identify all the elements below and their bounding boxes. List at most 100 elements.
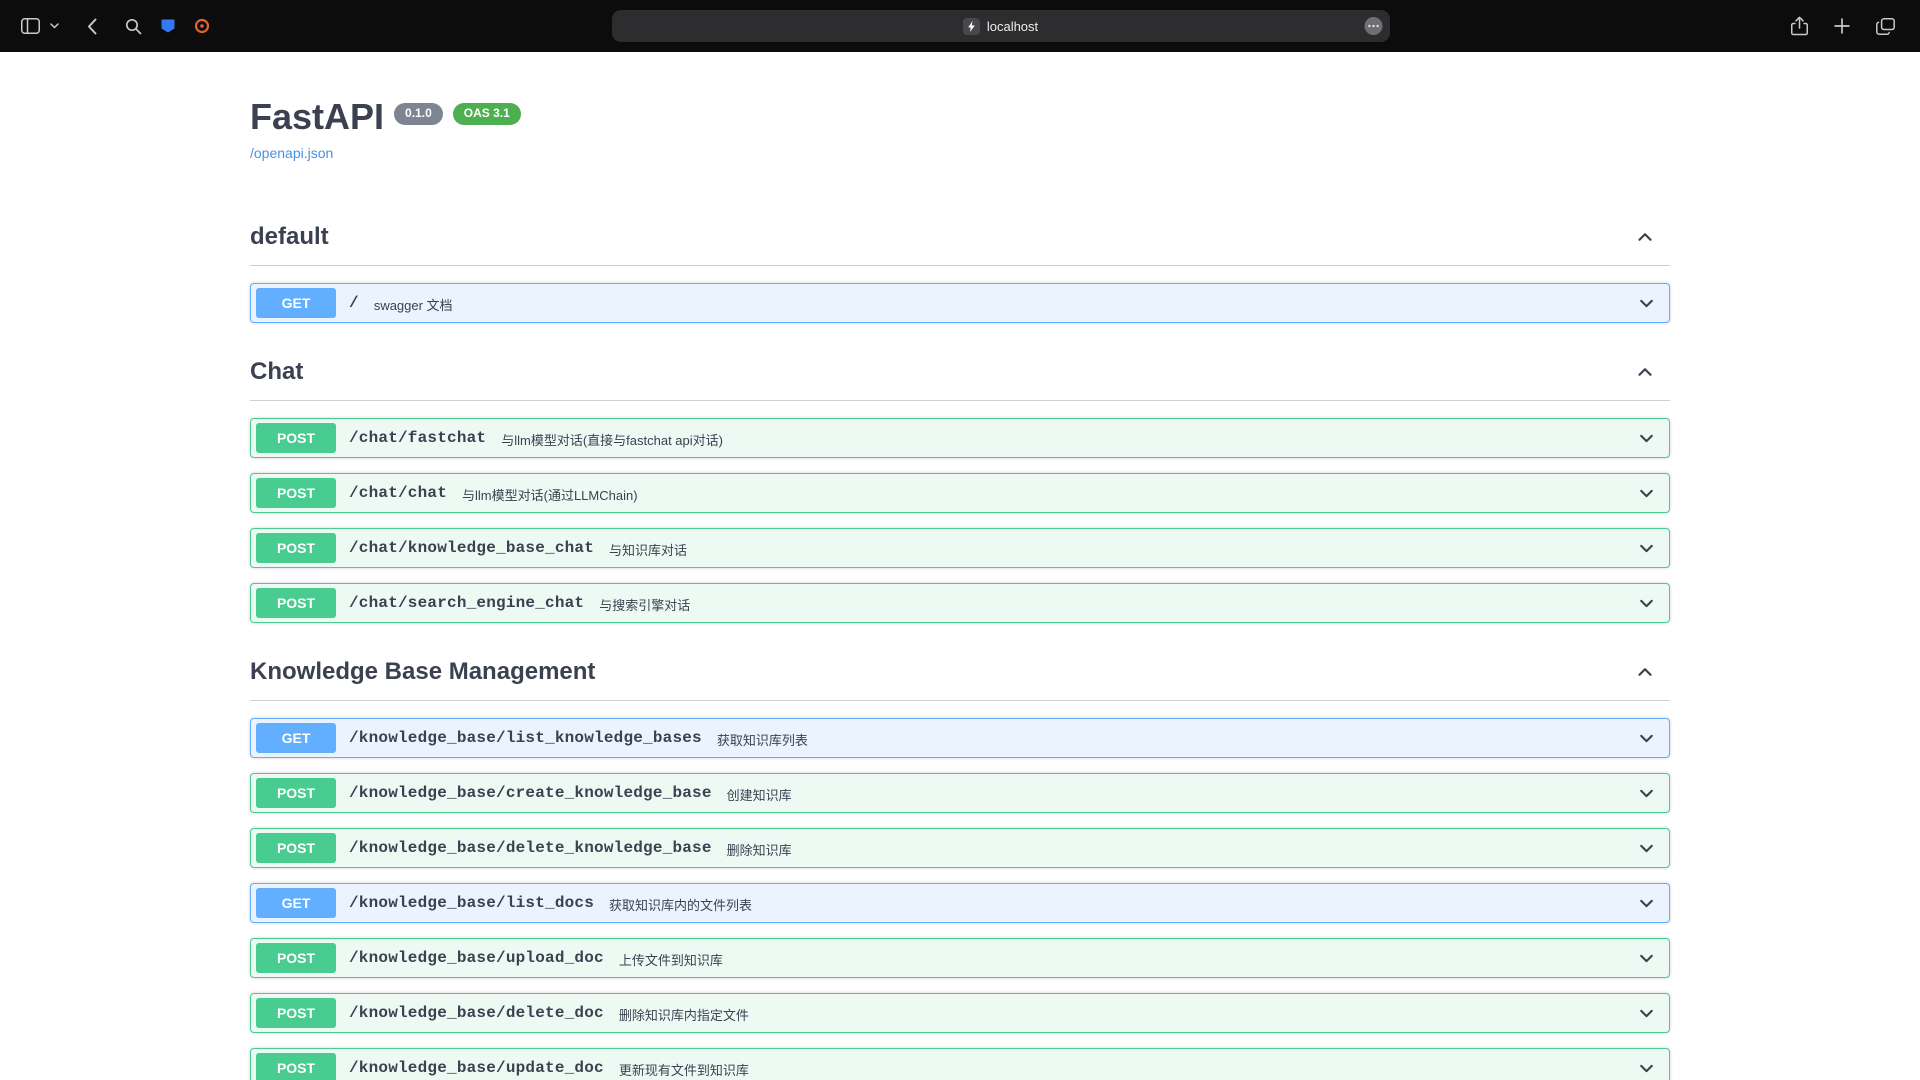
expand-operation-icon[interactable] (1636, 1058, 1657, 1079)
operation-row[interactable]: POST/knowledge_base/delete_knowledge_bas… (250, 828, 1670, 868)
operation-path: / (349, 294, 359, 312)
section-operations: GET/knowledge_base/list_knowledge_bases 获… (250, 701, 1670, 1080)
expand-operation-icon[interactable] (1636, 293, 1657, 314)
method-badge: POST (256, 1053, 336, 1080)
browser-toolbar: localhost (0, 0, 1920, 52)
operation-row[interactable]: POST/knowledge_base/create_knowledge_bas… (250, 773, 1670, 813)
operation-row[interactable]: POST/chat/search_engine_chat 与搜索引擎对话 (250, 583, 1670, 623)
operation-description: 与llm模型对话(通过LLMChain) (462, 483, 638, 504)
expand-operation-icon[interactable] (1636, 593, 1657, 614)
toolbar-left-group (16, 8, 219, 44)
share-icon[interactable] (1782, 8, 1817, 44)
method-badge: POST (256, 998, 336, 1028)
operation-description: 删除知识库 (727, 838, 792, 859)
address-bar[interactable]: localhost (612, 10, 1390, 42)
operation-description: 删除知识库内指定文件 (619, 1003, 749, 1024)
expand-operation-icon[interactable] (1636, 783, 1657, 804)
operation-description: 获取知识库内的文件列表 (609, 893, 752, 914)
method-badge: POST (256, 588, 336, 618)
operation-path: /chat/chat (349, 484, 447, 502)
search-icon[interactable] (116, 8, 151, 44)
operation-row[interactable]: POST/chat/fastchat 与llm模型对话(直接与fastchat a… (250, 418, 1670, 458)
operation-row[interactable]: GET / swagger 文档 (250, 283, 1670, 323)
operation-path: /knowledge_base/list_docs (349, 894, 594, 912)
method-badge: GET (256, 888, 336, 918)
section-title: Knowledge Base Management (250, 658, 595, 686)
operation-row[interactable]: POST/knowledge_base/delete_doc 删除知识库内指定文件 (250, 993, 1670, 1033)
address-bar-zone: localhost (219, 10, 1782, 42)
method-badge: POST (256, 943, 336, 973)
operation-row[interactable]: GET/knowledge_base/list_docs 获取知识库内的文件列表 (250, 883, 1670, 923)
method-badge: GET (256, 723, 336, 753)
operation-description: 更新现有文件到知识库 (619, 1058, 749, 1079)
expand-operation-icon[interactable] (1636, 538, 1657, 559)
api-sections: default GET / swagger 文档 Chat POST/chat/fastc… (250, 213, 1670, 1080)
operation-path: /knowledge_base/delete_knowledge_base (349, 839, 712, 857)
toolbar-right-group (1782, 8, 1904, 44)
operation-description: 与搜索引擎对话 (599, 593, 690, 614)
operation-row[interactable]: POST/knowledge_base/update_doc 更新现有文件到知识库 (250, 1048, 1670, 1080)
operation-row[interactable]: GET/knowledge_base/list_knowledge_bases 获… (250, 718, 1670, 758)
operation-description: 与llm模型对话(直接与fastchat api对话) (501, 428, 723, 449)
oas-badge: OAS 3.1 (453, 103, 521, 125)
method-badge: POST (256, 478, 336, 508)
api-tag-section: Knowledge Base Management GET/knowledge_b… (250, 648, 1670, 1080)
api-title-text: FastAPI (250, 96, 384, 137)
operation-path: /knowledge_base/update_doc (349, 1059, 604, 1077)
operation-row[interactable]: POST/knowledge_base/upload_doc 上传文件到知识库 (250, 938, 1670, 978)
operation-path: /chat/knowledge_base_chat (349, 539, 594, 557)
page-title: FastAPI 0.1.0 OAS 3.1 (250, 96, 1670, 137)
operation-description: 创建知识库 (727, 783, 792, 804)
operation-path: /knowledge_base/list_knowledge_bases (349, 729, 702, 747)
operation-description: 与知识库对话 (609, 538, 687, 559)
expand-operation-icon[interactable] (1636, 893, 1657, 914)
operation-row[interactable]: POST/chat/knowledge_base_chat 与知识库对话 (250, 528, 1670, 568)
operation-path: /chat/search_engine_chat (349, 594, 584, 612)
collapse-section-icon[interactable] (1634, 661, 1656, 683)
section-title: Chat (250, 358, 303, 386)
operation-path: /knowledge_base/delete_doc (349, 1004, 604, 1022)
page-menu-ellipsis-icon[interactable] (1364, 17, 1383, 36)
extension-blue-icon[interactable] (151, 8, 185, 44)
api-tag-section: Chat POST/chat/fastchat 与llm模型对话(直接与fastch… (250, 348, 1670, 642)
expand-operation-icon[interactable] (1636, 728, 1657, 749)
operation-path: /knowledge_base/upload_doc (349, 949, 604, 967)
expand-operation-icon[interactable] (1636, 1003, 1657, 1024)
operation-path: /chat/fastchat (349, 429, 486, 447)
method-badge: POST (256, 423, 336, 453)
section-operations: GET / swagger 文档 (250, 266, 1670, 342)
extension-orange-icon[interactable] (185, 8, 219, 44)
operation-description: 上传文件到知识库 (619, 948, 723, 969)
expand-operation-icon[interactable] (1636, 838, 1657, 859)
api-tag-section: default GET / swagger 文档 (250, 213, 1670, 342)
collapse-section-icon[interactable] (1634, 226, 1656, 248)
sidebar-chevron-down-icon[interactable] (45, 8, 64, 44)
operation-path: /knowledge_base/create_knowledge_base (349, 784, 712, 802)
method-badge: POST (256, 778, 336, 808)
expand-operation-icon[interactable] (1636, 948, 1657, 969)
expand-operation-icon[interactable] (1636, 428, 1657, 449)
swagger-wrapper: FastAPI 0.1.0 OAS 3.1 /openapi.json defa… (230, 52, 1690, 1080)
openapi-json-link[interactable]: /openapi.json (250, 145, 333, 161)
collapse-section-icon[interactable] (1634, 361, 1656, 383)
operation-description: 获取知识库列表 (717, 728, 808, 749)
section-header[interactable]: default (250, 213, 1670, 266)
section-header[interactable]: Chat (250, 348, 1670, 401)
back-icon[interactable] (78, 8, 106, 44)
sidebar-toggle-icon[interactable] (16, 8, 45, 44)
expand-operation-icon[interactable] (1636, 483, 1657, 504)
address-url-text: localhost (987, 19, 1038, 34)
method-badge: GET (256, 288, 336, 318)
method-badge: POST (256, 833, 336, 863)
section-operations: POST/chat/fastchat 与llm模型对话(直接与fastchat a… (250, 401, 1670, 642)
version-badge: 0.1.0 (394, 103, 443, 125)
operation-row[interactable]: POST/chat/chat 与llm模型对话(通过LLMChain) (250, 473, 1670, 513)
tab-overview-icon[interactable] (1867, 8, 1904, 44)
section-header[interactable]: Knowledge Base Management (250, 648, 1670, 701)
method-badge: POST (256, 533, 336, 563)
swagger-page: FastAPI 0.1.0 OAS 3.1 /openapi.json defa… (0, 52, 1920, 1080)
new-tab-plus-icon[interactable] (1825, 8, 1859, 44)
section-title: default (250, 223, 329, 251)
operation-description: swagger 文档 (374, 293, 453, 314)
site-favicon-icon (963, 18, 980, 35)
